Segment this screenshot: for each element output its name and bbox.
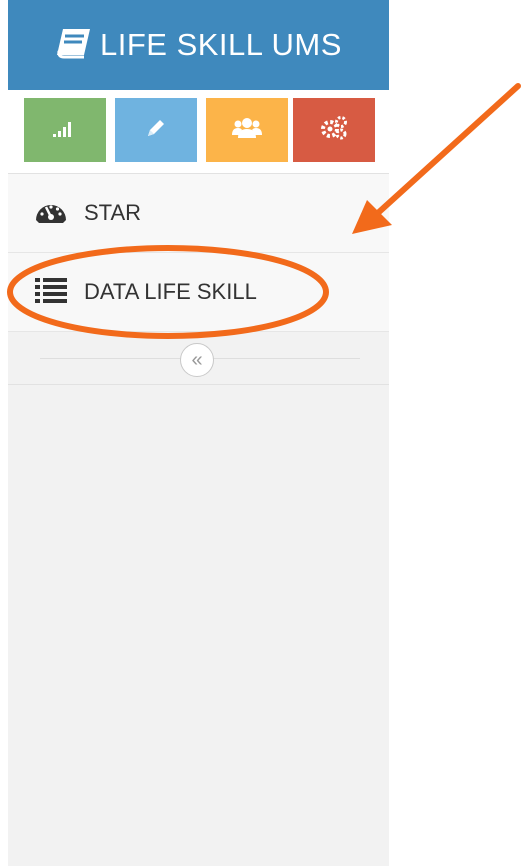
sidebar: LIFE SKILL UMS STAR DATA LIFE SKILL « [8,0,389,866]
stats-shortcut-button[interactable] [24,98,106,162]
users-icon [232,116,262,145]
sidebar-collapse-row: « [8,331,389,385]
cogs-icon [320,115,348,145]
app-title: LIFE SKILL UMS [100,27,342,62]
app-header: LIFE SKILL UMS [8,0,389,90]
shortcut-bar [8,90,389,174]
book-icon [54,27,92,64]
menu-item-star-label: STAR [84,200,142,225]
signal-icon [53,118,77,143]
users-shortcut-button[interactable] [206,98,288,162]
annotation-arrow [365,83,521,225]
dashboard-icon [34,198,68,229]
list-icon [34,277,68,308]
menu-item-data-life-skill-label: DATA LIFE SKILL [84,279,257,304]
menu-item-star[interactable]: STAR [8,174,389,253]
pencil-icon [145,117,167,144]
edit-shortcut-button[interactable] [115,98,197,162]
menu-item-data-life-skill[interactable]: DATA LIFE SKILL [8,253,389,332]
double-chevron-left-icon: « [191,349,203,371]
settings-shortcut-button[interactable] [293,98,375,162]
collapse-sidebar-button[interactable]: « [180,343,214,377]
